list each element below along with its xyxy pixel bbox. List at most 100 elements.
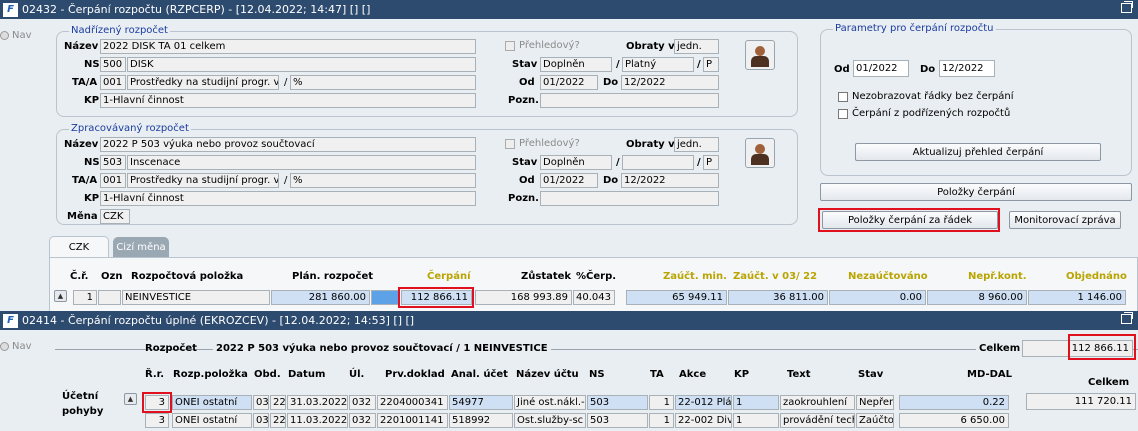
- ta-pct-field[interactable]: %: [290, 75, 476, 90]
- w2-row1-rozp[interactable]: ONEI ostatní: [172, 395, 252, 410]
- mena-field[interactable]: CZK: [100, 209, 130, 224]
- window-titlebar[interactable]: F 02414 - Čerpání rozpočtu úplné (EKROZC…: [0, 311, 1138, 330]
- hide-empty-rows-checkbox[interactable]: Nezobrazovat řádky bez čerpání: [838, 91, 1014, 102]
- param-od-input[interactable]: 01/2022: [853, 60, 909, 77]
- monitoring-report-button[interactable]: Monitorovací zpráva: [1009, 211, 1121, 229]
- row-zauct-v[interactable]: 36 811.00: [728, 290, 828, 305]
- nav-radio[interactable]: Nav: [0, 341, 32, 352]
- w2-row2-rozp[interactable]: ONEI ostatní: [172, 413, 252, 428]
- stav-field[interactable]: Doplněn: [540, 155, 612, 170]
- w2-row2-md[interactable]: 6 650.00: [899, 413, 1009, 428]
- obraty-field[interactable]: jedn.: [674, 39, 719, 54]
- w2-row2-ta[interactable]: 1: [649, 413, 674, 428]
- ta-name-field[interactable]: Prostředky na studijní progr. v: [127, 173, 279, 188]
- prehledovy-checkbox[interactable]: Přehledový?: [505, 138, 580, 149]
- row-selected-cell[interactable]: [371, 290, 400, 305]
- row-nezauct[interactable]: 0.00: [829, 290, 926, 305]
- stav-p-field[interactable]: P: [703, 57, 719, 72]
- kp-field[interactable]: 1-Hlavní činnost: [100, 93, 476, 108]
- row-ozn[interactable]: [98, 290, 121, 305]
- ta-name-field[interactable]: Prostředky na studijní progr. v: [127, 75, 279, 90]
- w2-row1-kp[interactable]: 1: [733, 395, 779, 410]
- w2-row2-anal[interactable]: 518992: [449, 413, 513, 428]
- ta-pct-field[interactable]: %: [290, 173, 476, 188]
- refresh-overview-button[interactable]: Aktualizuj přehled čerpání: [855, 143, 1101, 161]
- items-button[interactable]: Položky čerpání: [820, 183, 1132, 201]
- ns-code-field[interactable]: 503: [100, 155, 126, 170]
- w2-row1-obd2[interactable]: 22: [270, 395, 286, 410]
- do-field[interactable]: 12/2022: [621, 173, 719, 188]
- w2-row2-kp[interactable]: 1: [733, 413, 779, 428]
- od-field[interactable]: 01/2022: [540, 173, 598, 188]
- row-plan[interactable]: 281 860.00: [271, 290, 370, 305]
- do-field[interactable]: 12/2022: [621, 75, 719, 90]
- stav-field[interactable]: Doplněn: [540, 57, 612, 72]
- restore-window-icon[interactable]: [1121, 1, 1133, 13]
- w2-row2-ul[interactable]: 032: [349, 413, 376, 428]
- row-objed[interactable]: 1 146.00: [1028, 290, 1126, 305]
- w2-row1-datum[interactable]: 31.03.2022: [287, 395, 348, 410]
- stav-p-field[interactable]: P: [703, 155, 719, 170]
- row-polozka[interactable]: NEINVESTICE: [122, 290, 270, 305]
- row-zauct-min[interactable]: 65 949.11: [626, 290, 727, 305]
- w2-row1-anal[interactable]: 54977: [449, 395, 513, 410]
- pozn-label: Pozn.: [508, 193, 539, 204]
- od-field[interactable]: 01/2022: [540, 75, 598, 90]
- w2-row2-akce[interactable]: 22-002 Div: [675, 413, 732, 428]
- w2-row1-obd1[interactable]: 03: [253, 395, 269, 410]
- w2-row2-nazev[interactable]: Ost.služby-sc: [514, 413, 586, 428]
- w2-row1-ta[interactable]: 1: [649, 395, 674, 410]
- celkem-col-field[interactable]: 111 720.11: [1026, 393, 1136, 410]
- row-zustatek[interactable]: 168 993.89: [475, 290, 572, 305]
- stav2-field[interactable]: Platný: [622, 57, 694, 72]
- kp-field[interactable]: 1-Hlavní činnost: [100, 191, 476, 206]
- w2-row2-ns[interactable]: 503: [587, 413, 648, 428]
- pozn-field[interactable]: [540, 191, 719, 206]
- stav-slash2: /: [697, 59, 701, 70]
- ta-code-field[interactable]: 001: [100, 173, 126, 188]
- person-icon[interactable]: [745, 138, 775, 168]
- w2-row2-obd2[interactable]: 22: [270, 413, 286, 428]
- w2-row1-doklad[interactable]: 2204000341: [377, 395, 448, 410]
- app-logo-icon: F: [3, 2, 18, 17]
- row-cr[interactable]: 1: [73, 290, 97, 305]
- stav2-field[interactable]: [622, 155, 694, 170]
- w2-row1-stav[interactable]: Nepřen: [856, 395, 894, 410]
- w2-row2-text[interactable]: provádění tech: [780, 413, 855, 428]
- w2-row2-datum[interactable]: 11.03.2022: [287, 413, 348, 428]
- w2-row1-md[interactable]: 0.22: [899, 395, 1009, 410]
- w2-row2-obd1[interactable]: 03: [253, 413, 269, 428]
- col-kp: KP: [734, 369, 750, 380]
- scroll-up-icon[interactable]: ▲: [54, 290, 67, 302]
- scroll-up-icon[interactable]: ▲: [124, 393, 137, 405]
- row-pct[interactable]: 40.043: [573, 290, 615, 305]
- person-icon[interactable]: [745, 40, 775, 70]
- pozn-field[interactable]: [540, 93, 719, 108]
- w2-row1-ns[interactable]: 503: [587, 395, 648, 410]
- w2-row1-ul[interactable]: 032: [349, 395, 376, 410]
- sub-budgets-checkbox[interactable]: Čerpání z podřízených rozpočtů: [838, 108, 1010, 119]
- nazev-field[interactable]: 2022 DISK TA 01 celkem: [100, 39, 476, 54]
- w2-row1-nazev[interactable]: Jiné ost.nákl.-: [514, 395, 586, 410]
- prehledovy-checkbox[interactable]: Přehledový?: [505, 40, 580, 51]
- w2-row2-stav[interactable]: Zaúčto: [856, 413, 894, 428]
- row-nepr[interactable]: 8 960.00: [927, 290, 1027, 305]
- ns-name-field[interactable]: Inscenace: [127, 155, 476, 170]
- nav-radio[interactable]: Nav: [0, 30, 32, 41]
- ns-name-field[interactable]: DISK: [127, 57, 476, 72]
- w2-row1-akce[interactable]: 22-012 Plá: [675, 395, 732, 410]
- w2-row2-doklad[interactable]: 2201001141: [377, 413, 448, 428]
- obraty-label: Obraty v: [626, 139, 675, 150]
- w2-row1-text[interactable]: zaokrouhlení: [780, 395, 855, 410]
- tab-foreign-currency[interactable]: Cizí měna: [113, 237, 169, 258]
- restore-window-icon[interactable]: [1121, 312, 1133, 324]
- obraty-field[interactable]: jedn.: [674, 137, 719, 152]
- tab-czk[interactable]: CZK: [49, 236, 109, 257]
- window-titlebar[interactable]: F 02432 - Čerpání rozpočtu (RZPCERP) - […: [0, 0, 1138, 19]
- col-ta: TA: [650, 369, 664, 380]
- param-do-input[interactable]: 12/2022: [939, 60, 995, 77]
- ta-code-field[interactable]: 001: [100, 75, 126, 90]
- w2-row2-rr[interactable]: 3: [145, 413, 169, 428]
- ns-code-field[interactable]: 500: [100, 57, 126, 72]
- nazev-field[interactable]: 2022 P 503 výuka nebo provoz součtovací: [100, 137, 476, 152]
